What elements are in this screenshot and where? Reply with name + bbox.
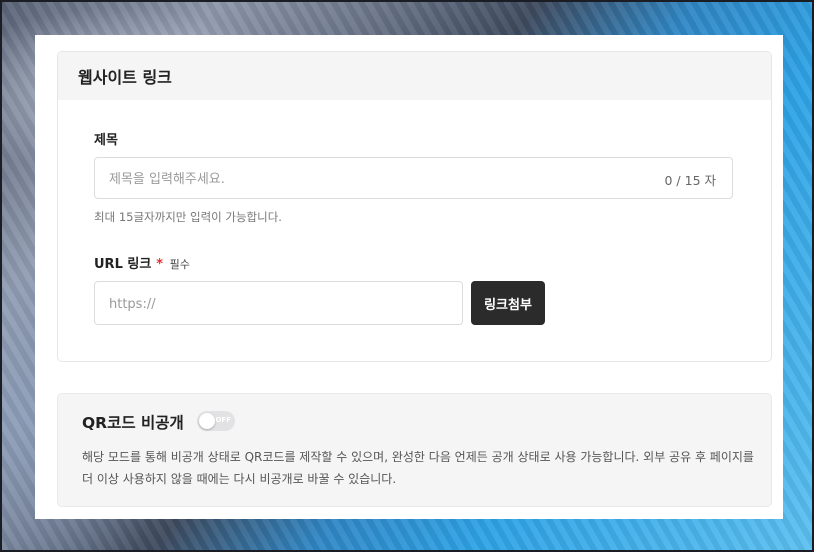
title-input-box[interactable]: 0 / 15 자: [94, 157, 733, 200]
qr-private-title: QR코드 비공개: [82, 414, 184, 432]
form-panel: 웹사이트 링크 제목 0 / 15 자 최대 15글자까지만 입력이 가능합니다…: [35, 35, 783, 519]
attach-link-button[interactable]: 링크첨부: [471, 281, 545, 325]
qr-private-description: 해당 모드를 통해 비공개 상태로 QR코드를 제작할 수 있으며, 완성한 다…: [82, 450, 754, 486]
website-link-title: 웹사이트 링크: [78, 68, 172, 87]
title-label: 제목: [94, 133, 118, 148]
title-hint: 최대 15글자까지만 입력이 가능합니다.: [94, 210, 282, 224]
qr-private-card: QR코드 비공개 OFF 해당 모드를 통해 비공개 상태로 QR코드를 제작할…: [57, 393, 772, 507]
url-label: URL 링크: [94, 257, 152, 272]
required-text: 필수: [169, 258, 190, 271]
background-image: 웹사이트 링크 제목 0 / 15 자 최대 15글자까지만 입력이 가능합니다…: [2, 2, 812, 550]
toggle-state-label: OFF: [215, 416, 231, 424]
website-link-header: 웹사이트 링크: [58, 52, 771, 100]
title-input[interactable]: [107, 158, 631, 200]
url-input[interactable]: [107, 282, 451, 326]
url-label-group: URL 링크 * 필수: [94, 253, 190, 272]
toggle-knob: [199, 413, 215, 429]
required-star-icon: *: [156, 257, 164, 272]
qr-private-toggle[interactable]: OFF: [197, 411, 235, 431]
title-char-counter: 0 / 15 자: [664, 173, 717, 188]
url-input-box[interactable]: [94, 281, 463, 326]
website-link-card: 웹사이트 링크 제목 0 / 15 자 최대 15글자까지만 입력이 가능합니다…: [57, 51, 772, 362]
